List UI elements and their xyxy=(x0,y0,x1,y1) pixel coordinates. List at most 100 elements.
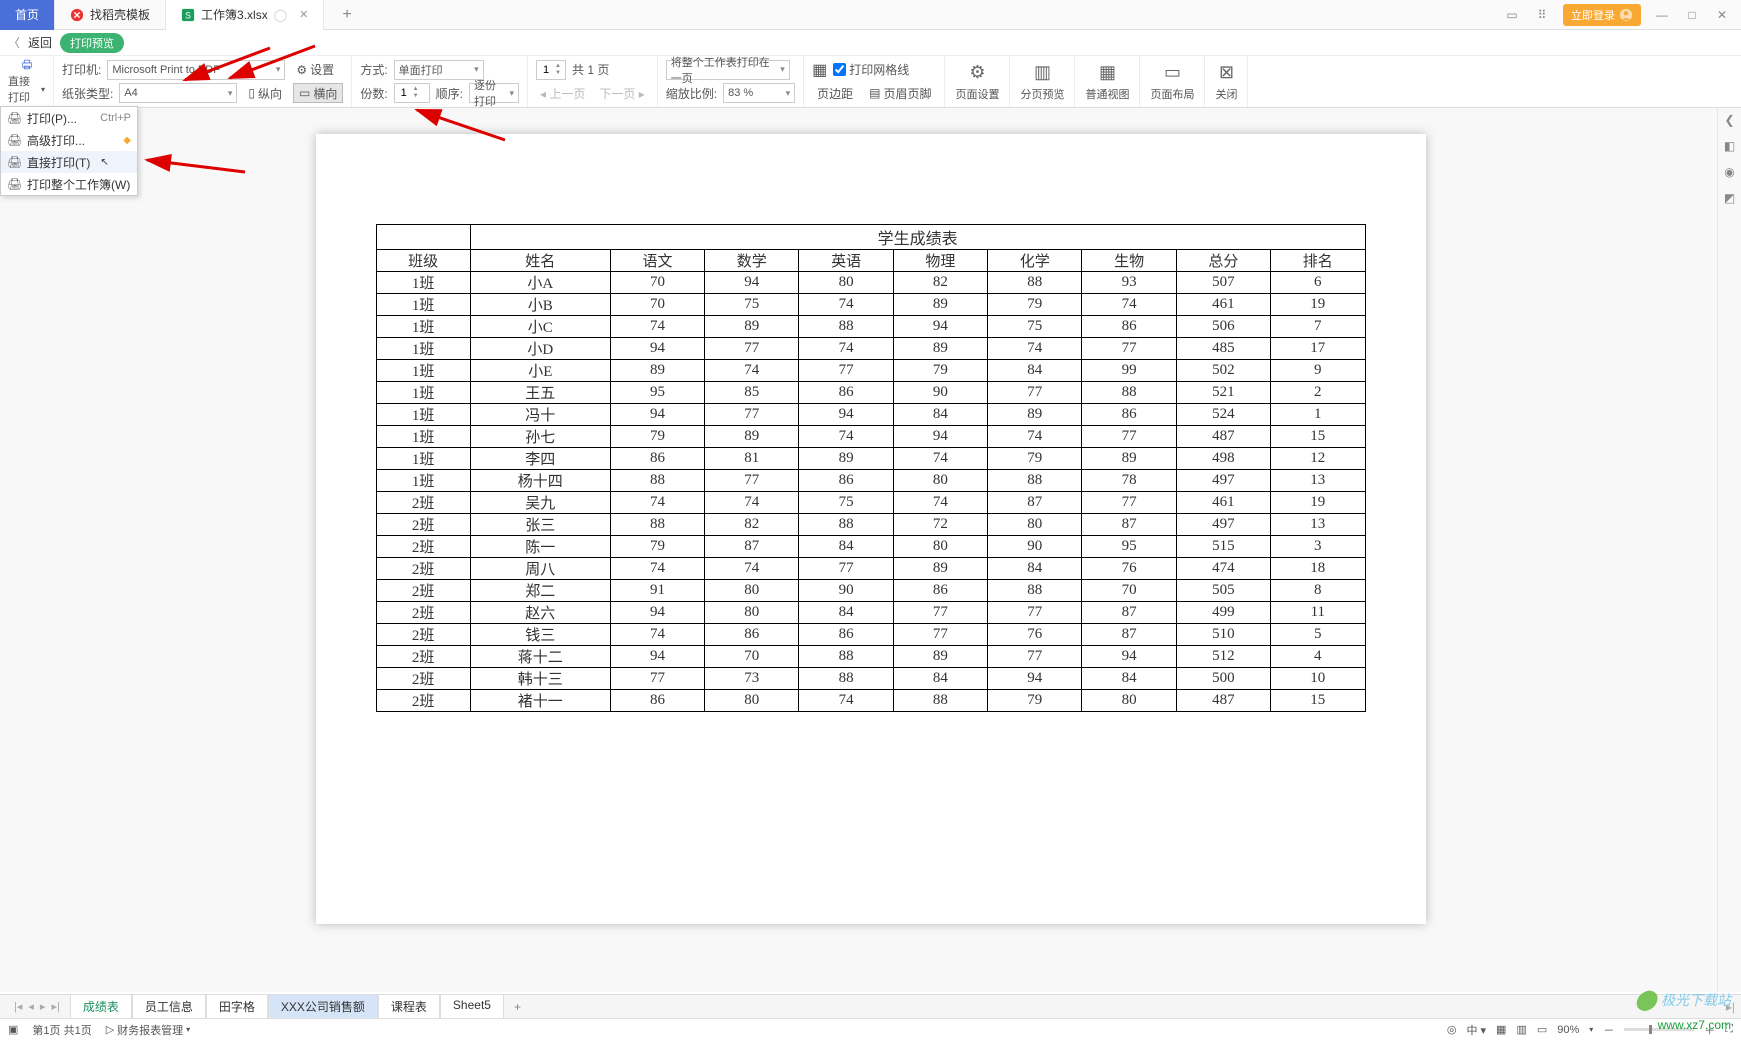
sidebar-tool-icon[interactable]: ◩ xyxy=(1722,190,1738,206)
spinner-arrows[interactable]: ▲▼ xyxy=(413,86,423,100)
sheet-tab[interactable]: 课程表 xyxy=(378,994,440,1020)
scale-dropdown[interactable]: 83 %▾ xyxy=(723,83,795,103)
zoom-value[interactable]: 90% xyxy=(1557,1024,1579,1036)
close-preview-button[interactable]: ⊠关闭 xyxy=(1205,56,1248,107)
add-sheet-button[interactable]: + xyxy=(506,1000,529,1014)
gear-icon: ⚙ xyxy=(296,63,307,77)
maximize-button[interactable]: □ xyxy=(1683,6,1701,24)
menu-direct-label: 直接打印(T) xyxy=(27,154,90,171)
printer-group: 打印机: Microsoft Print to PDF▾ ⚙设置 纸张类型: A… xyxy=(54,56,352,107)
portrait-button[interactable]: ▯纵向 xyxy=(243,83,287,103)
sidebar-tool-icon[interactable]: ◉ xyxy=(1722,164,1738,180)
tab-file[interactable]: S 工作簿3.xlsx ◯ ✕ xyxy=(166,0,324,30)
printer-icon: 🖨 xyxy=(7,177,21,191)
menu-advanced-label: 高级打印... xyxy=(27,132,85,149)
menu-print-workbook[interactable]: 🖨 打印整个工作簿(W) xyxy=(1,173,137,195)
copies-spinner[interactable]: ▲▼ xyxy=(394,83,430,103)
back-chevron-icon[interactable]: 〈 xyxy=(8,34,20,51)
view-mode-3-icon[interactable]: ▭ xyxy=(1537,1023,1547,1036)
tab-home[interactable]: 首页 xyxy=(0,0,55,30)
tab-modified-dot: ◯ xyxy=(274,8,287,22)
page-setup-label: 页面设置 xyxy=(955,86,999,102)
sheet-tab[interactable]: XXX公司销售额 xyxy=(268,994,378,1020)
page-input[interactable] xyxy=(537,64,555,76)
page-layout-button[interactable]: ▭页面布局 xyxy=(1140,56,1205,107)
mode-value: 单面打印 xyxy=(399,62,443,78)
menu-direct-print[interactable]: 🖨 直接打印(T) ↖ xyxy=(1,151,137,173)
close-icon[interactable]: ✕ xyxy=(299,8,308,21)
header-footer-button[interactable]: ▤页眉页脚 xyxy=(864,83,936,103)
tab-template[interactable]: 找稻壳模板 xyxy=(55,0,166,30)
gridlines-group: ▦ 打印网格线 页边距 ▤页眉页脚 xyxy=(804,56,945,107)
sheet-tab[interactable]: 员工信息 xyxy=(132,994,206,1020)
sheet-tab[interactable]: 田字格 xyxy=(206,994,268,1020)
margins-icon[interactable]: ▦ xyxy=(812,60,827,80)
close-x-icon: ⊠ xyxy=(1215,62,1237,84)
printer-label: 打印机: xyxy=(62,61,101,78)
login-button[interactable]: 立即登录 xyxy=(1563,4,1641,26)
scale-group: 将整个工作表打印在一页▾ 缩放比例: 83 %▾ xyxy=(658,56,804,107)
view-mode-1-icon[interactable]: ▦ xyxy=(1496,1023,1506,1036)
title-tabs: 首页 找稻壳模板 S 工作簿3.xlsx ◯ ✕ + ▭ ⠿ 立即登录 ― □ … xyxy=(0,0,1741,30)
apps-icon[interactable]: ⠿ xyxy=(1533,6,1551,24)
record-macro-icon[interactable]: ▣ xyxy=(8,1023,18,1036)
page-nav-group: ▲▼ 共 1 页 ◂ 上一页 下一页 ▸ xyxy=(528,56,658,107)
printer-icon: 🖨 xyxy=(7,155,21,169)
prev-page-label: 上一页 xyxy=(549,87,585,101)
landscape-button[interactable]: ▭横向 xyxy=(293,83,343,103)
return-bar: 〈 返回 打印预览 xyxy=(0,30,1741,56)
menu-workbook-label: 打印整个工作簿(W) xyxy=(27,176,130,193)
sheet-tab[interactable]: 成绩表 xyxy=(70,994,132,1020)
printer-value: Microsoft Print to PDF xyxy=(112,64,220,76)
layout-icon[interactable]: ▭ xyxy=(1503,6,1521,24)
preview-page: 学生成绩表班级姓名语文数学英语物理化学生物总分排名1班小A70948082889… xyxy=(316,134,1426,924)
normal-view-button[interactable]: ▦普通视图 xyxy=(1075,56,1140,107)
mode-dropdown[interactable]: 单面打印▾ xyxy=(394,60,484,80)
sheet-tab[interactable]: Sheet5 xyxy=(440,994,504,1020)
new-tab-button[interactable]: + xyxy=(334,6,359,24)
paper-dropdown[interactable]: A4▾ xyxy=(119,83,237,103)
gridlines-checkbox[interactable] xyxy=(833,63,846,76)
spinner-arrows[interactable]: ▲▼ xyxy=(555,63,565,77)
status-bar: ▣ 第1页 共1页 ▷财务报表管理▾ ◎ 中 ▾ ▦ ▥ ▭ 90%▾ － ＋ … xyxy=(0,1018,1741,1040)
menu-print-shortcut: Ctrl+P xyxy=(100,112,131,124)
order-label: 顺序: xyxy=(436,85,463,102)
page-break-button[interactable]: ▥分页预览 xyxy=(1010,56,1075,107)
macro-play-button[interactable]: ▷财务报表管理▾ xyxy=(106,1022,190,1038)
direct-print-button[interactable]: 直接打印▾ xyxy=(0,56,54,107)
accessibility-icon[interactable]: ◎ xyxy=(1447,1023,1457,1036)
sheet-nav[interactable]: |◂◂▸▸| xyxy=(6,1000,68,1013)
printer-dropdown[interactable]: Microsoft Print to PDF▾ xyxy=(107,60,285,80)
copies-input[interactable] xyxy=(395,87,413,99)
printer-gear-icon: 🖨 xyxy=(7,133,21,147)
next-page-button[interactable]: 下一页 ▸ xyxy=(595,85,648,102)
sidebar-tool-icon[interactable]: ◧ xyxy=(1722,138,1738,154)
normal-view-icon: ▦ xyxy=(1096,62,1118,84)
margins-button[interactable]: 页边距 xyxy=(812,83,858,103)
chevron-down-icon: ▾ xyxy=(1589,1025,1593,1034)
chevron-down-icon: ▾ xyxy=(186,1025,190,1034)
zoom-out-button[interactable]: － xyxy=(1603,1022,1614,1038)
cursor-icon: ↖ xyxy=(100,157,108,168)
chevron-down-icon: ▾ xyxy=(509,88,514,99)
mode-label: 方式: xyxy=(360,61,387,78)
play-icon: ▷ xyxy=(106,1023,114,1036)
view-mode-2-icon[interactable]: ▥ xyxy=(1516,1023,1526,1036)
minimize-button[interactable]: ― xyxy=(1653,6,1671,24)
fit-value: 将整个工作表打印在一页 xyxy=(671,54,780,86)
sidebar-toggle-icon[interactable]: ❮ xyxy=(1722,112,1738,128)
menu-print[interactable]: 🖨 打印(P)... Ctrl+P xyxy=(1,107,137,129)
page-spinner[interactable]: ▲▼ xyxy=(536,60,566,80)
ime-icon[interactable]: 中 ▾ xyxy=(1466,1022,1486,1038)
scale-value: 83 % xyxy=(728,87,753,99)
landscape-icon: ▭ xyxy=(299,86,310,100)
back-button[interactable]: 返回 xyxy=(28,34,52,51)
menu-advanced-print[interactable]: 🖨 高级打印... ◆ xyxy=(1,129,137,151)
fit-dropdown[interactable]: 将整个工作表打印在一页▾ xyxy=(666,60,790,80)
order-dropdown[interactable]: 逐份打印▾ xyxy=(469,83,519,103)
prev-page-button[interactable]: ◂ 上一页 xyxy=(536,85,589,102)
close-window-button[interactable]: ✕ xyxy=(1713,6,1731,24)
page-setup-button[interactable]: ⚙页面设置 xyxy=(945,56,1010,107)
status-page-info: 第1页 共1页 xyxy=(32,1022,91,1038)
settings-button[interactable]: ⚙设置 xyxy=(291,60,339,80)
